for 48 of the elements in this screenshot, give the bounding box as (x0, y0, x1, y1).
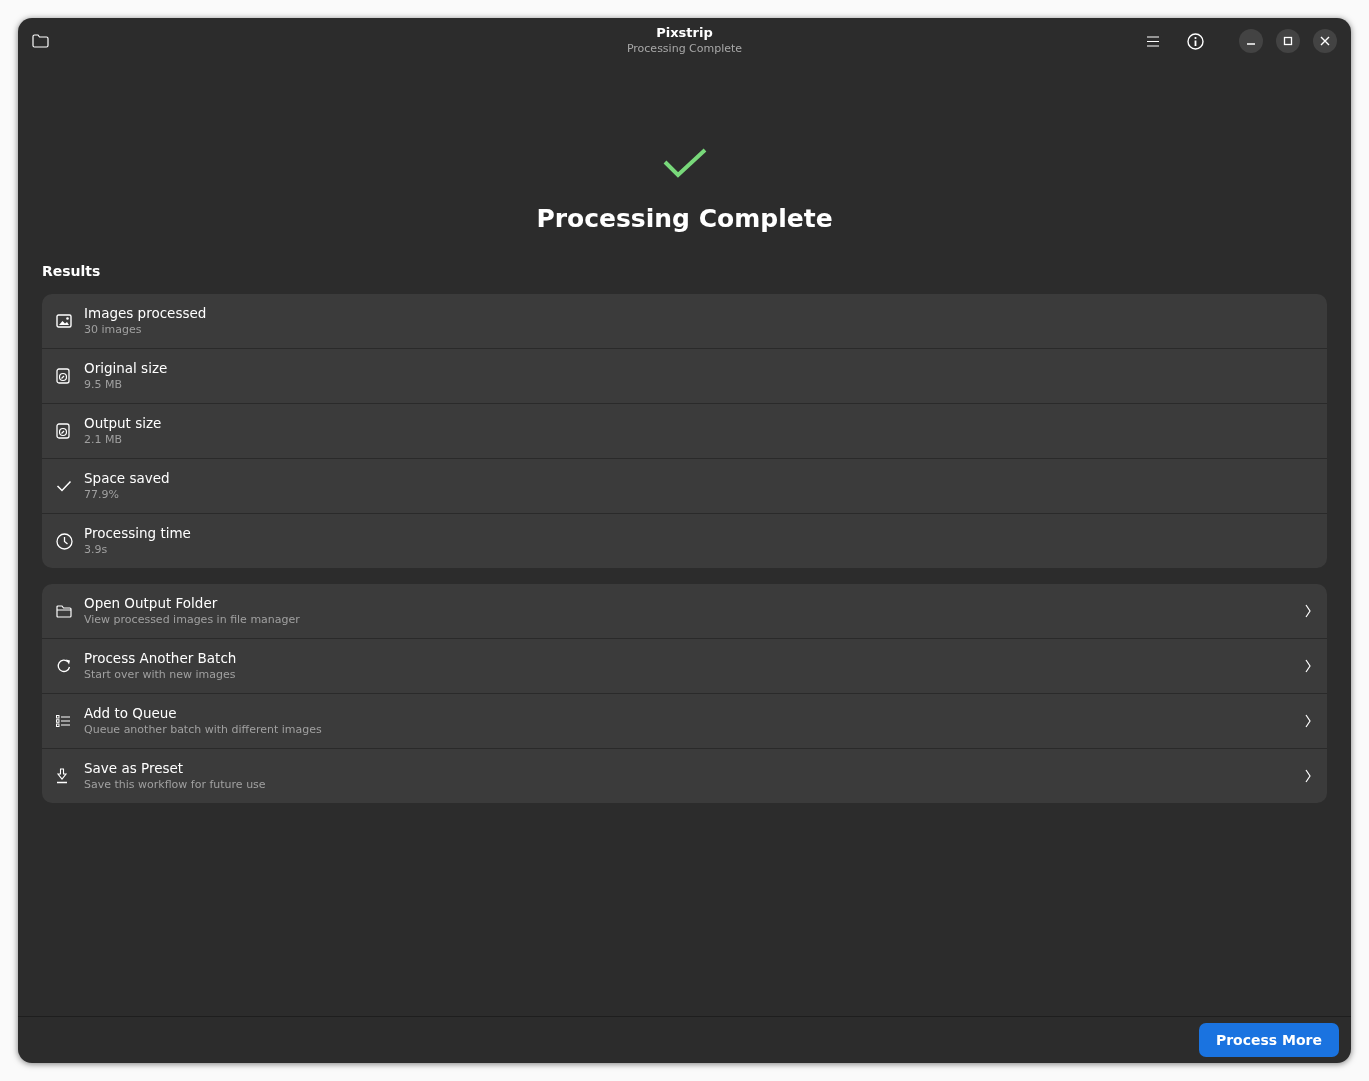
download-icon (56, 768, 68, 784)
info-icon[interactable] (1187, 32, 1204, 50)
row-title: Original size (84, 359, 168, 377)
image-icon (56, 314, 72, 328)
action-row[interactable]: Open Output Folder View processed images in file manager (42, 584, 1327, 638)
action-row[interactable]: Save as Preset Save this workflow for future use (42, 748, 1327, 803)
row-title: Space saved (84, 469, 170, 487)
row-description: Queue another batch with different images (84, 722, 322, 738)
chevron-icon (1305, 769, 1311, 783)
minimize-icon (1247, 43, 1255, 45)
window-title: Pixstrip (656, 25, 713, 41)
folder-icon[interactable] (32, 34, 49, 48)
process-more-button[interactable]: Process More (1198, 1023, 1339, 1057)
section-title: Results (42, 262, 102, 280)
row-value: 3.9s (84, 542, 108, 558)
list-icon (56, 715, 70, 727)
row-title: Process Another Batch (84, 649, 237, 667)
row-description: Save this workflow for future use (84, 777, 266, 793)
window-subtitle: Processing Complete (626, 41, 743, 56)
heading: Processing Complete (536, 204, 833, 234)
check-icon (56, 480, 72, 492)
row-title: Add to Queue (84, 704, 177, 722)
row-title: Open Output Folder (84, 594, 218, 612)
row-title: Images processed (84, 304, 207, 322)
refresh-icon (56, 658, 72, 674)
row-value: 9.5 MB (84, 377, 123, 393)
row-description: Start over with new images (84, 667, 236, 683)
row-value: 30 images (84, 322, 142, 338)
folder-icon (56, 604, 72, 618)
chevron-icon (1305, 604, 1311, 618)
action-row[interactable]: Add to Queue Queue another batch with different images (42, 693, 1327, 748)
maximize-button[interactable] (1276, 29, 1300, 53)
clock-icon (56, 532, 73, 550)
row-value: 77.9% (84, 487, 119, 503)
minimize-button[interactable] (1239, 29, 1263, 53)
action-row[interactable]: Process Another Batch Start over with new images (42, 638, 1327, 693)
close-button[interactable] (1313, 29, 1337, 53)
menu-icon[interactable] (1147, 35, 1159, 47)
row-description: View processed images in file manager (84, 612, 300, 628)
row-title: Processing time (84, 524, 191, 542)
maximize-icon (1283, 36, 1293, 46)
row-value: 2.1 MB (84, 432, 123, 448)
row-title: Output size (84, 414, 162, 432)
row-title: Save as Preset (84, 759, 184, 777)
checkmark-icon (662, 148, 707, 178)
close-icon (1320, 36, 1330, 46)
chevron-icon (1305, 714, 1311, 728)
chevron-icon (1305, 659, 1311, 673)
